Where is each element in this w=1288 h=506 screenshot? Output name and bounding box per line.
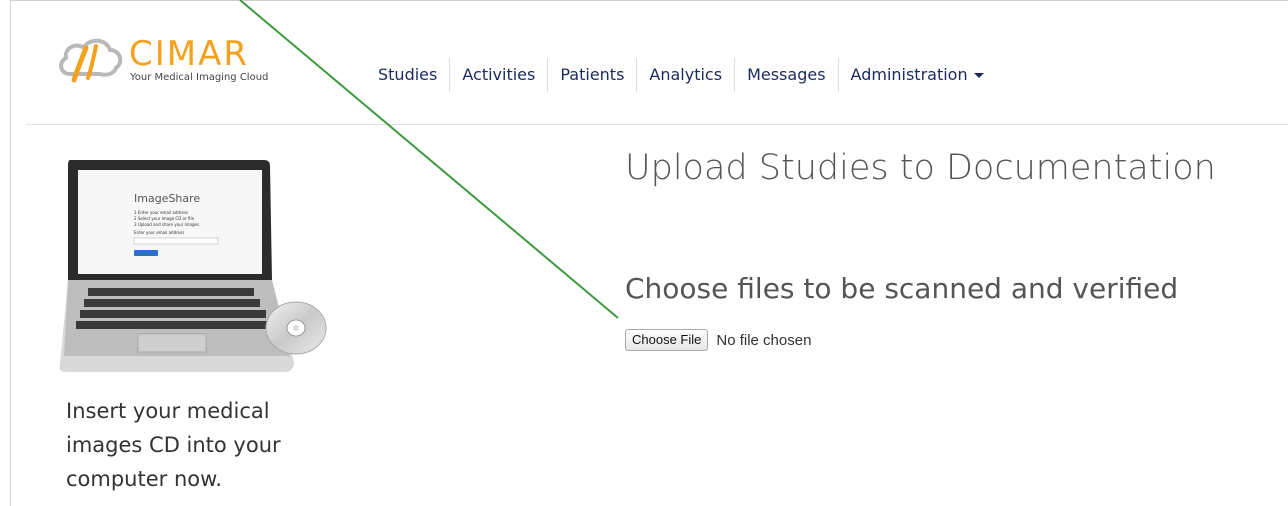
nav-item-studies[interactable]: Studies xyxy=(366,58,451,92)
nav-item-analytics[interactable]: Analytics xyxy=(637,58,736,92)
insert-cd-instruction: Insert your medical images CD into your … xyxy=(66,399,281,491)
upload-subtitle: Choose files to be scanned and verified xyxy=(625,272,1179,305)
page-title: Upload Studies to Documentation xyxy=(625,148,1216,188)
page-frame-left xyxy=(10,0,11,506)
laptop-illustration: ImageShare 1 Enter your email address 2 … xyxy=(58,152,338,392)
nav-item-patients[interactable]: Patients xyxy=(548,58,638,92)
nav-item-administration-label: Administration xyxy=(850,65,968,84)
brand-tagline: Your Medical Imaging Cloud xyxy=(130,72,269,83)
caret-down-icon xyxy=(973,73,984,78)
nav-item-messages[interactable]: Messages xyxy=(735,58,839,92)
file-status: No file chosen xyxy=(716,331,812,349)
page-frame-top xyxy=(10,0,1288,1)
main-nav: Studies Activities Patients Analytics Me… xyxy=(366,58,996,92)
cloud-logo-icon xyxy=(59,38,123,83)
nav-item-administration[interactable]: Administration xyxy=(839,58,996,92)
screen-title: ImageShare xyxy=(134,192,200,205)
brand-logo[interactable]: CIMAR Your Medical Imaging Cloud xyxy=(56,34,269,86)
choose-file-button[interactable]: Choose File xyxy=(625,329,709,351)
brand-name: CIMAR xyxy=(129,34,249,74)
screen-prompt: Enter your email address xyxy=(134,230,184,235)
file-input: Choose File No file chosen xyxy=(625,329,811,351)
screen-step-1: 1 Enter your email address xyxy=(134,210,188,215)
screen-step-3: 3 Upload and share your images xyxy=(134,222,199,227)
nav-item-activities[interactable]: Activities xyxy=(450,58,549,92)
laptop-with-cd-icon: ImageShare 1 Enter your email address 2 … xyxy=(59,160,327,372)
header-divider xyxy=(26,124,1288,125)
screen-step-2: 2 Select your image CD or file xyxy=(134,216,195,221)
